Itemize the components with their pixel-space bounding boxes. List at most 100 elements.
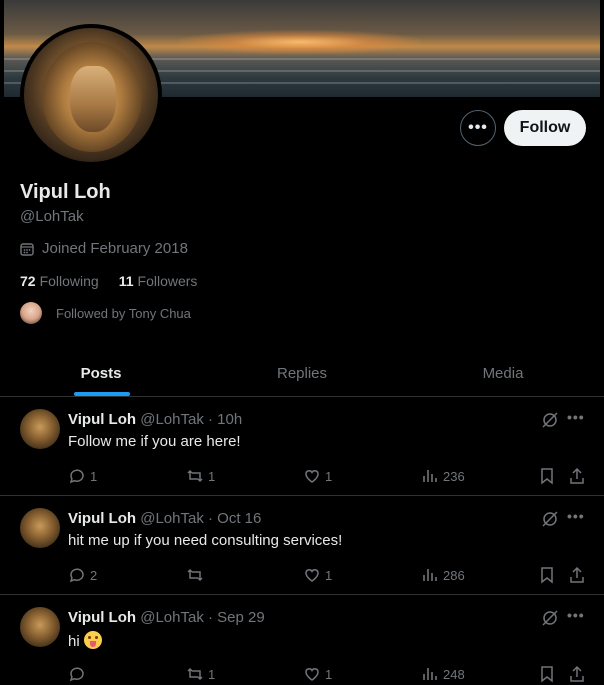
post-avatar[interactable] xyxy=(20,508,60,548)
tab-media[interactable]: Media xyxy=(402,350,604,396)
like-count: 1 xyxy=(325,567,333,583)
post-meta: @LohTak · Sep 29 xyxy=(140,609,265,626)
heart-icon xyxy=(305,569,319,582)
post-author[interactable]: Vipul Loh xyxy=(68,510,136,527)
following-link[interactable]: 72 Following xyxy=(20,273,99,289)
reply-icon xyxy=(69,667,84,682)
views-count: 286 xyxy=(443,567,465,583)
views-icon xyxy=(423,668,437,680)
views-icon xyxy=(423,470,437,482)
share-button[interactable] xyxy=(568,566,590,584)
grok-icon[interactable] xyxy=(541,609,559,627)
reply-count: 2 xyxy=(90,567,98,583)
profile-name: Vipul Loh xyxy=(20,181,111,203)
post-author[interactable]: Vipul Loh xyxy=(68,411,136,428)
grok-icon[interactable] xyxy=(541,510,559,528)
follow-button[interactable]: Follow xyxy=(504,110,586,146)
repost-icon xyxy=(187,568,203,582)
tab-replies-label: Replies xyxy=(276,364,328,382)
bookmark-button[interactable] xyxy=(538,566,560,584)
heart-icon xyxy=(305,470,319,483)
share-icon xyxy=(570,665,584,682)
post-actions: 1 1 248 xyxy=(0,665,604,685)
views-count: 236 xyxy=(443,468,465,484)
more-icon[interactable]: ••• xyxy=(567,409,585,425)
bookmark-icon xyxy=(541,567,553,584)
like-count: 1 xyxy=(325,666,333,682)
tab-posts[interactable]: Posts xyxy=(0,350,202,396)
repost-button[interactable] xyxy=(186,566,208,584)
post-avatar[interactable] xyxy=(20,607,60,647)
repost-count: 1 xyxy=(208,468,216,484)
grok-icon[interactable] xyxy=(541,411,559,429)
more-icon[interactable]: ••• xyxy=(567,607,585,623)
post-item[interactable]: Vipul Loh @LohTak · 10h Follow me if you… xyxy=(0,397,604,496)
share-button[interactable] xyxy=(568,665,590,683)
joined-date: Joined February 2018 xyxy=(20,240,188,257)
followers-label: Followers xyxy=(137,273,198,289)
views-button[interactable]: 236 xyxy=(421,467,465,485)
post-header: Vipul Loh @LohTak · Sep 29 xyxy=(68,609,265,626)
like-button[interactable]: 1 xyxy=(303,566,332,584)
heart-icon xyxy=(305,668,319,681)
active-tab-indicator xyxy=(74,392,130,396)
reply-button[interactable] xyxy=(68,665,90,683)
repost-icon xyxy=(187,667,203,681)
reply-button[interactable]: 2 xyxy=(68,566,97,584)
bookmark-button[interactable] xyxy=(538,665,560,683)
profile-handle: @LohTak xyxy=(20,208,84,225)
more-icon[interactable]: ••• xyxy=(567,508,585,524)
profile-avatar[interactable] xyxy=(20,24,162,166)
views-count: 248 xyxy=(443,666,465,682)
bookmark-button[interactable] xyxy=(538,467,560,485)
follower-avatar xyxy=(20,302,42,324)
tab-media-label: Media xyxy=(482,364,524,382)
post-item[interactable]: Vipul Loh @LohTak · Sep 29 hi ••• 1 1 24… xyxy=(0,595,604,685)
post-actions: 2 1 286 xyxy=(0,566,604,586)
repost-count: 1 xyxy=(208,666,216,682)
followed-by-text: Followed by Tony Chua xyxy=(56,305,191,321)
post-header: Vipul Loh @LohTak · Oct 16 xyxy=(68,510,261,527)
repost-button[interactable]: 1 xyxy=(186,665,215,683)
joined-text: Joined February 2018 xyxy=(42,240,188,257)
bookmark-icon xyxy=(541,468,553,485)
reply-count: 1 xyxy=(90,468,98,484)
more-icon: ••• xyxy=(468,119,488,136)
views-button[interactable]: 248 xyxy=(421,665,465,683)
followers-link[interactable]: 11 Followers xyxy=(119,273,198,289)
more-options-button[interactable]: ••• xyxy=(460,110,496,146)
post-text-content: hi xyxy=(68,633,80,650)
share-icon xyxy=(570,467,584,484)
post-avatar[interactable] xyxy=(20,409,60,449)
followed-by[interactable]: Followed by Tony Chua xyxy=(20,302,191,324)
like-count: 1 xyxy=(325,468,333,484)
reply-icon xyxy=(69,568,84,583)
like-button[interactable]: 1 xyxy=(303,467,332,485)
tongue-emoji-icon xyxy=(83,631,102,649)
post-meta: @LohTak · 10h xyxy=(140,411,243,428)
calendar-icon xyxy=(20,242,34,256)
post-actions: 1 1 1 236 xyxy=(0,467,604,487)
bookmark-icon xyxy=(541,666,553,683)
follow-stats: 72 Following 11 Followers xyxy=(20,273,197,289)
repost-icon xyxy=(187,469,203,483)
post-text: Follow me if you are here! xyxy=(68,433,241,450)
post-item[interactable]: Vipul Loh @LohTak · Oct 16 hit me up if … xyxy=(0,496,604,595)
post-text: hi xyxy=(68,631,102,650)
post-author[interactable]: Vipul Loh xyxy=(68,609,136,626)
repost-button[interactable]: 1 xyxy=(186,467,215,485)
post-meta: @LohTak · Oct 16 xyxy=(140,510,262,527)
views-button[interactable]: 286 xyxy=(421,566,465,584)
following-label: Following xyxy=(39,273,99,289)
tab-replies[interactable]: Replies xyxy=(202,350,402,396)
share-icon xyxy=(570,566,584,583)
tab-posts-label: Posts xyxy=(80,364,122,382)
share-button[interactable] xyxy=(568,467,590,485)
banner-edge xyxy=(0,0,4,97)
post-text: hit me up if you need consulting service… xyxy=(68,532,343,549)
reply-button[interactable]: 1 xyxy=(68,467,97,485)
post-header: Vipul Loh @LohTak · 10h xyxy=(68,411,242,428)
followers-count: 11 xyxy=(118,273,134,289)
banner-edge xyxy=(600,0,604,97)
like-button[interactable]: 1 xyxy=(303,665,332,683)
